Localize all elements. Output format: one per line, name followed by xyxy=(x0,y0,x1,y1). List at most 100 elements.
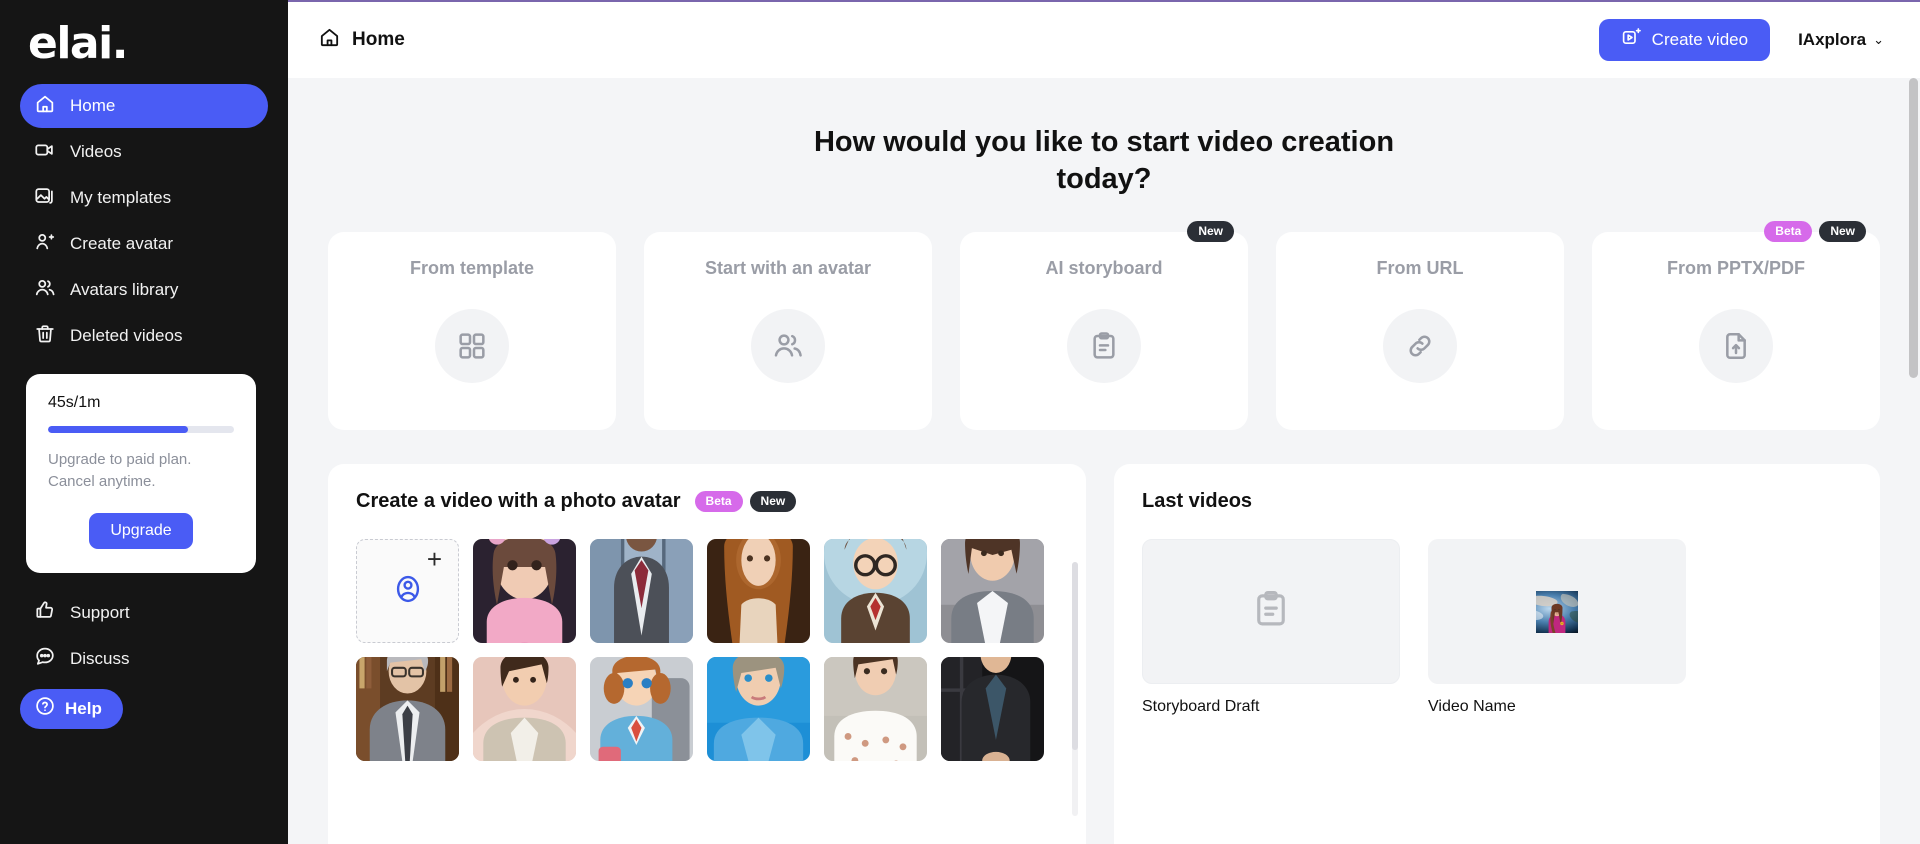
photo-avatar-tile[interactable] xyxy=(473,539,576,644)
create-video-button[interactable]: Create video xyxy=(1598,19,1771,61)
start-option-from-template[interactable]: From template xyxy=(328,232,616,431)
video-list-item[interactable]: Storyboard Draft xyxy=(1142,539,1400,716)
page-scrollbar[interactable] xyxy=(1909,78,1918,844)
photo-avatar-tile[interactable] xyxy=(590,539,693,644)
users-icon xyxy=(34,277,56,304)
photo-avatar-tile[interactable] xyxy=(356,657,459,762)
create-video-label: Create video xyxy=(1651,30,1749,49)
video-plus-icon xyxy=(1621,27,1642,53)
video-preview-image xyxy=(1536,590,1578,633)
video-thumbnail xyxy=(1142,539,1400,685)
home-icon xyxy=(318,26,341,55)
sidebar-item-my-templates[interactable]: My templates xyxy=(20,176,268,220)
image-stack-icon xyxy=(34,185,56,212)
avatar-panel-scrollbar[interactable] xyxy=(1072,562,1078,817)
start-option-ai-storyboard[interactable]: New AI storyboard xyxy=(960,221,1248,431)
thumbs-up-icon xyxy=(34,599,56,626)
scrollbar-thumb[interactable] xyxy=(1909,78,1918,378)
panels-row: Create a video with a photo avatar Beta … xyxy=(328,464,1880,844)
option-badges: Beta New xyxy=(1764,221,1866,243)
app-root: elai. Home Videos My templates Create av… xyxy=(0,0,1920,844)
upgrade-button[interactable]: Upgrade xyxy=(89,512,193,549)
user-plus-icon xyxy=(34,231,56,258)
chat-bubble-icon xyxy=(34,645,56,672)
start-options-row: From template Start with an avatar New A… xyxy=(328,221,1880,431)
user-menu[interactable]: IAxplora ⌄ xyxy=(1798,30,1884,50)
sidebar-item-label: Create avatar xyxy=(70,234,173,253)
option-badges: New xyxy=(1187,221,1234,243)
help-label: Help xyxy=(65,698,102,718)
start-option-from-pptx-pdf[interactable]: Beta New From PPTX/PDF xyxy=(1592,221,1880,431)
user-name: IAxplora xyxy=(1798,30,1867,49)
avatar-grid: + xyxy=(356,539,1058,762)
photo-avatar-tile[interactable] xyxy=(590,657,693,762)
breadcrumb-label: Home xyxy=(352,29,405,50)
sidebar-item-videos[interactable]: Videos xyxy=(20,130,268,174)
photo-avatar-tile[interactable] xyxy=(824,539,927,644)
badge-beta: Beta xyxy=(694,491,743,513)
photo-avatar-tile[interactable] xyxy=(707,539,810,644)
video-camera-icon xyxy=(34,139,56,166)
users-icon xyxy=(751,309,825,384)
page-content: How would you like to start video creati… xyxy=(288,78,1920,844)
avatar-image xyxy=(356,657,459,762)
badge-new: New xyxy=(749,491,797,513)
option-label: From URL xyxy=(1376,258,1464,279)
avatar-image xyxy=(824,539,927,644)
sidebar-item-create-avatar[interactable]: Create avatar xyxy=(20,222,268,266)
avatar-image xyxy=(707,539,810,644)
photo-avatar-tile[interactable] xyxy=(473,657,576,762)
panel-badges: Beta New xyxy=(694,491,797,513)
grid-squares-icon xyxy=(435,309,509,384)
clipboard-icon xyxy=(1250,588,1292,635)
link-icon xyxy=(1383,309,1457,384)
quota-progress-fill xyxy=(48,426,188,433)
start-option-from-url[interactable]: From URL xyxy=(1276,232,1564,431)
badge-new: New xyxy=(1819,221,1866,243)
sidebar-item-avatars-library[interactable]: Avatars library xyxy=(20,268,268,312)
clipboard-icon xyxy=(1067,309,1141,384)
sidebar-item-deleted-videos[interactable]: Deleted videos xyxy=(20,314,268,358)
avatar-image xyxy=(473,657,576,762)
sidebar-item-label: Discuss xyxy=(70,648,130,668)
photo-avatar-tile[interactable] xyxy=(941,657,1044,762)
sidebar-item-discuss[interactable]: Discuss xyxy=(20,637,268,681)
badge-beta: Beta xyxy=(1764,221,1813,243)
trash-icon xyxy=(34,323,56,350)
video-list-item[interactable]: Video Name xyxy=(1428,539,1686,716)
brand-logo[interactable]: elai. xyxy=(20,0,268,84)
help-button[interactable]: Help xyxy=(20,688,123,729)
sidebar-item-home[interactable]: Home xyxy=(20,84,268,128)
sidebar-item-label: My templates xyxy=(70,188,172,207)
photo-avatar-tile[interactable] xyxy=(941,539,1044,644)
sidebar-item-support[interactable]: Support xyxy=(20,591,268,635)
panel-header: Create a video with a photo avatar Beta … xyxy=(356,490,1058,513)
sidebar-item-label: Home xyxy=(70,96,116,115)
sidebar-bottom-nav: Support Discuss Help xyxy=(20,591,268,729)
add-photo-avatar-tile[interactable]: + xyxy=(356,539,459,644)
top-bar: Home Create video IAxplora ⌄ xyxy=(288,0,1920,78)
file-upload-icon xyxy=(1699,309,1773,384)
sidebar-item-label: Avatars library xyxy=(70,280,179,299)
sidebar-item-label: Deleted videos xyxy=(70,326,183,345)
scrollbar-thumb[interactable] xyxy=(1072,562,1078,751)
sidebar-item-label: Support xyxy=(70,602,130,622)
quota-progress-bar xyxy=(48,426,234,433)
option-label: AI storyboard xyxy=(1045,258,1163,279)
video-thumbnail xyxy=(1428,539,1686,685)
avatar-image xyxy=(707,657,810,762)
avatar-image xyxy=(941,539,1044,644)
sidebar-nav: Home Videos My templates Create avatar A… xyxy=(20,84,268,358)
option-label: From PPTX/PDF xyxy=(1666,258,1805,279)
start-option-start-with-an-avatar[interactable]: Start with an avatar xyxy=(644,232,932,431)
sidebar-item-label: Videos xyxy=(70,142,122,161)
main-area: Home Create video IAxplora ⌄ How would y… xyxy=(288,0,1920,844)
video-title: Storyboard Draft xyxy=(1142,698,1260,716)
breadcrumb[interactable]: Home xyxy=(318,26,405,55)
upgrade-card: 45s/1m Upgrade to paid plan. Cancel anyt… xyxy=(26,374,256,573)
avatar-image xyxy=(473,539,576,644)
photo-avatar-tile[interactable] xyxy=(707,657,810,762)
question-mark-icon xyxy=(34,695,56,722)
page-title: How would you like to start video creati… xyxy=(813,126,1395,196)
photo-avatar-tile[interactable] xyxy=(824,657,927,762)
